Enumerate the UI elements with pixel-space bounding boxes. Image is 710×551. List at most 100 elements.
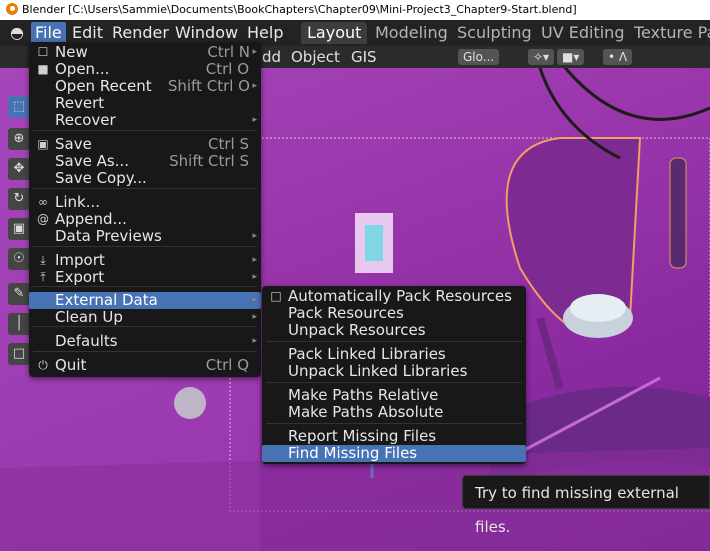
select-tool-button[interactable]: ⬚ [8, 96, 30, 118]
file-menu-item-label: Save As... [55, 152, 129, 170]
orientation-dropdown[interactable]: Glo... [458, 49, 500, 65]
blender-logo-icon [6, 3, 18, 15]
file-menu-item-label: Link... [55, 193, 101, 211]
menu-separator [266, 382, 522, 383]
snap-toggle[interactable]: ■▾ [557, 49, 585, 65]
file-menu-item-shortcut: Ctrl S [208, 135, 249, 153]
menu-separator [33, 188, 257, 189]
ext-menu-item-unpack-resources[interactable]: Unpack Resources [262, 322, 526, 339]
external-data-menu: □ Automatically Pack Resources Pack Resour… [262, 286, 526, 464]
link-icon: ∞ [38, 195, 48, 209]
file-menu-item-revert[interactable]: Revert [29, 95, 261, 112]
menu-edit[interactable]: Edit [68, 22, 107, 44]
transform-tool-button[interactable]: ☉ [8, 248, 30, 270]
file-menu-item-open[interactable]: ■ Open... Ctrl O [29, 61, 261, 78]
file-menu-item-label: Import [55, 251, 105, 269]
annotate-tool-button[interactable]: ✎ [8, 283, 30, 305]
file-menu-item-label: Open Recent [55, 77, 152, 95]
blender-menu-icon[interactable]: ◓ [10, 23, 24, 42]
file-menu-item-external-data[interactable]: External Data ▸ [29, 292, 261, 309]
submenu-arrow-icon: ▸ [252, 312, 257, 322]
ext-menu-item-label: Report Missing Files [288, 427, 437, 445]
rotate-tool-button[interactable]: ↻ [8, 188, 30, 210]
ext-menu-item-label: Make Paths Absolute [288, 403, 444, 421]
tab-modeling[interactable]: Modeling [369, 22, 454, 44]
submenu-arrow-icon: ▸ [252, 336, 257, 346]
header-gis-menu[interactable]: GIS [351, 46, 377, 68]
ext-menu-item-find-missing-files[interactable]: Find Missing Files [262, 445, 526, 462]
ext-menu-item-label: Automatically Pack Resources [288, 287, 512, 305]
menu-separator [33, 130, 257, 131]
file-menu-item-data-previews[interactable]: Data Previews ▸ [29, 228, 261, 245]
ext-menu-item-label: Make Paths Relative [288, 386, 439, 404]
file-menu-item-label: Export [55, 268, 105, 286]
ext-menu-item-make-paths-absolute[interactable]: Make Paths Absolute [262, 404, 526, 421]
submenu-arrow-icon: ▸ [252, 231, 257, 241]
header-add-menu[interactable]: dd [262, 46, 281, 68]
submenu-arrow-icon: ▸ [252, 255, 257, 265]
file-menu-item-label: Defaults [55, 332, 118, 350]
file-menu: ☐ New Ctrl N ▸ ■ Open... Ctrl O Open Recent Shif… [29, 42, 261, 377]
file-menu-item-quit[interactable]: ⏻ Quit Ctrl Q [29, 357, 261, 374]
ext-menu-item-pack-linked-libraries[interactable]: Pack Linked Libraries [262, 346, 526, 363]
tab-texture-paint[interactable]: Texture Pa [628, 22, 710, 44]
file-menu-item-append[interactable]: @ Append... [29, 211, 261, 228]
file-menu-item-label: External Data [55, 291, 158, 309]
checkbox-icon[interactable]: □ [269, 288, 283, 305]
ext-menu-item-report-missing-files[interactable]: Report Missing Files [262, 428, 526, 445]
file-menu-item-save[interactable]: ▣ Save Ctrl S [29, 136, 261, 153]
menu-separator [266, 341, 522, 342]
file-menu-item-shortcut: Ctrl Q [205, 356, 249, 374]
file-menu-item-label: Clean Up [55, 308, 123, 326]
menu-separator [33, 351, 257, 352]
file-menu-item-new[interactable]: ☐ New Ctrl N ▸ [29, 44, 261, 61]
submenu-arrow-icon: ▸ [252, 115, 257, 125]
file-menu-item-shortcut: Ctrl O [205, 60, 249, 78]
file-menu-item-label: Append... [55, 210, 127, 228]
file-menu-item-open-recent[interactable]: Open Recent Shift Ctrl O ▸ [29, 78, 261, 95]
menu-render[interactable]: Render [108, 22, 173, 44]
folder-icon: ■ [37, 62, 49, 76]
tab-uv-editing[interactable]: UV Editing [535, 22, 630, 44]
add-cube-tool-button[interactable]: □ [8, 343, 30, 365]
file-menu-item-shortcut: Shift Ctrl S [169, 152, 249, 170]
ext-menu-item-unpack-linked-libraries[interactable]: Unpack Linked Libraries [262, 363, 526, 380]
ext-menu-item-label: Unpack Resources [288, 321, 426, 339]
measure-tool-button[interactable]: │ [8, 313, 30, 335]
file-menu-item-clean-up[interactable]: Clean Up ▸ [29, 309, 261, 326]
submenu-arrow-icon: ▸ [252, 81, 257, 91]
ext-menu-item-automatically-pack-resources[interactable]: □ Automatically Pack Resources [262, 288, 526, 305]
menu-window[interactable]: Window [171, 22, 242, 44]
power-icon: ⏻ [38, 358, 48, 372]
file-menu-item-export[interactable]: ⤒ Export ▸ [29, 269, 261, 286]
pivot-dropdown[interactable]: ✧▾ [528, 49, 555, 65]
file-menu-item-label: Open... [55, 60, 110, 78]
header-object-menu[interactable]: Object [291, 46, 340, 68]
tab-layout[interactable]: Layout [301, 22, 368, 44]
file-menu-item-save-copy[interactable]: Save Copy... [29, 170, 261, 187]
file-menu-item-link[interactable]: ∞ Link... [29, 194, 261, 211]
file-menu-item-label: Save [55, 135, 92, 153]
ext-menu-item-label: Pack Resources [288, 304, 404, 322]
ext-menu-item-pack-resources[interactable]: Pack Resources [262, 305, 526, 322]
menu-file[interactable]: File [31, 22, 66, 44]
tooltip: Try to find missing external files. [462, 475, 710, 536]
window-titlebar: Blender [C:\Users\Sammie\Documents\BookC… [0, 0, 710, 20]
scale-tool-button[interactable]: ▣ [8, 218, 30, 240]
cursor-tool-button[interactable]: ⊕ [8, 128, 30, 150]
save-icon: ▣ [37, 137, 49, 151]
file-menu-item-defaults[interactable]: Defaults ▸ [29, 333, 261, 350]
ext-menu-item-make-paths-relative[interactable]: Make Paths Relative [262, 387, 526, 404]
menu-help[interactable]: Help [243, 22, 287, 44]
tab-sculpting[interactable]: Sculpting [451, 22, 538, 44]
file-menu-item-label: Save Copy... [55, 169, 147, 187]
move-tool-button[interactable]: ✥ [8, 158, 30, 180]
file-menu-item-label: New [55, 43, 88, 61]
submenu-arrow-icon: ▸ [252, 47, 257, 57]
file-menu-item-save-as[interactable]: Save As... Shift Ctrl S [29, 153, 261, 170]
file-menu-item-import[interactable]: ⤓ Import ▸ [29, 252, 261, 269]
export-icon: ⤒ [40, 270, 46, 284]
menu-separator [33, 326, 257, 327]
proportional-toggle[interactable]: • Λ [603, 49, 633, 65]
file-menu-item-recover[interactable]: Recover ▸ [29, 112, 261, 129]
